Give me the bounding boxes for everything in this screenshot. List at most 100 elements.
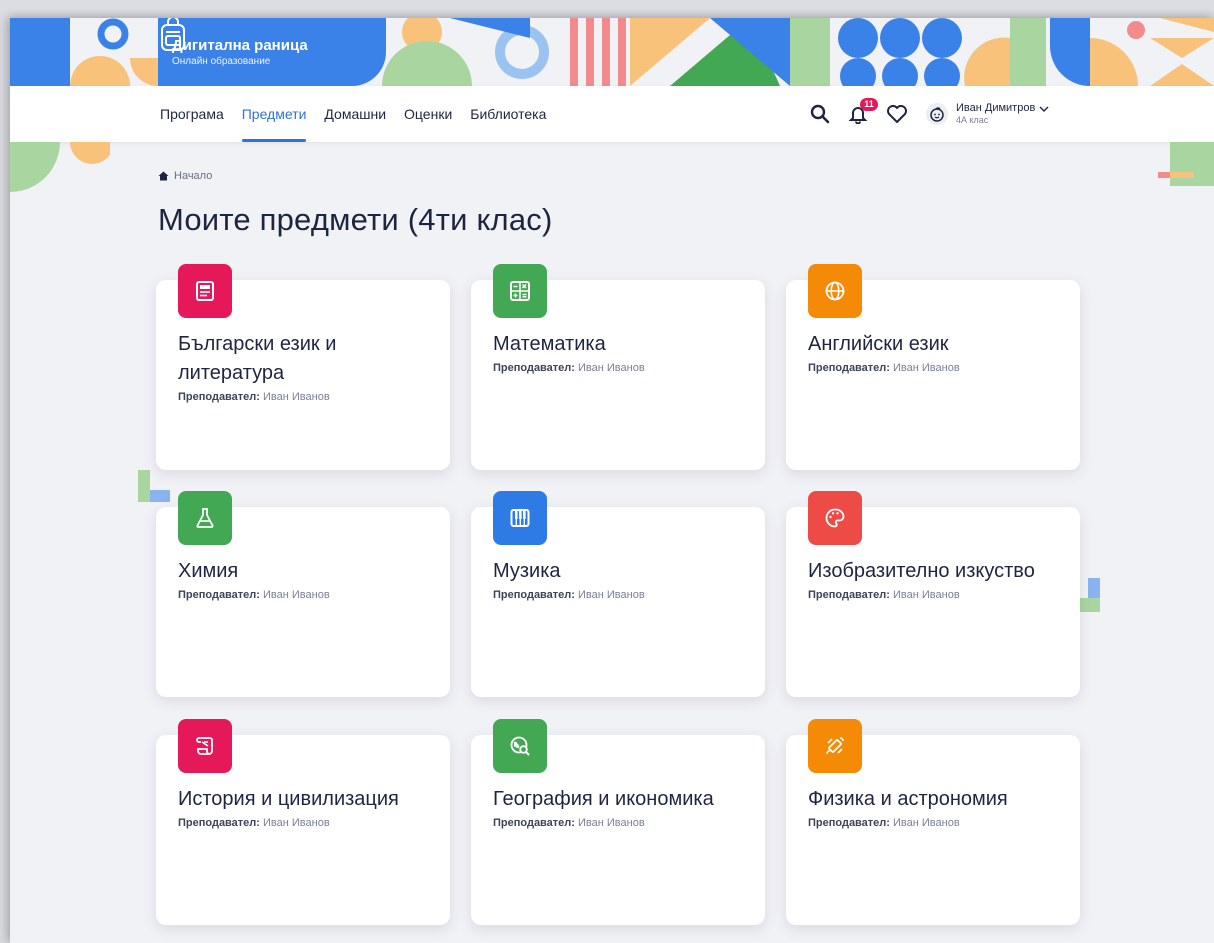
teacher-label: Преподавател: [178,817,260,829]
nav-links: Програма Предмети Домашни Оценки Библиот… [160,86,564,142]
piano-icon [510,509,530,527]
newspaper-icon [196,281,214,301]
subject-icon-tile [178,719,232,773]
scroll-icon [196,737,213,755]
subject-icon-tile [178,264,232,318]
subject-info: Английски език Преподавател: Иван Иванов [808,330,1058,376]
home-icon [158,171,169,181]
subject-teacher: Преподавател: Иван Иванов [178,816,428,831]
subject-icon-tile [493,491,547,545]
notifications-button[interactable]: 11 [848,98,878,124]
globe-search-icon [510,736,530,756]
subject-card-physics[interactable]: Физика и астрономия Преподавател: Иван И… [786,719,1080,925]
brand-logo-link[interactable]: Дигитална раница Онлайн образование [158,18,386,86]
teacher-label: Преподавател: [493,362,575,374]
teacher-label: Преподавател: [808,589,890,601]
teacher-label: Преподавател: [808,362,890,374]
subject-title: Английски език [808,333,949,355]
subject-teacher: Преподавател: Иван Иванов [493,816,743,831]
breadcrumb-home-link[interactable]: Начало [174,170,212,182]
decor-shape-right [1158,142,1214,186]
nav-tools: 11 Иван Димитров 4А клас [810,86,1049,142]
search-button[interactable] [810,104,830,124]
subject-teacher: Преподавател: Иван Иванов [178,390,428,405]
subject-card-chemistry[interactable]: Химия Преподавател: Иван Иванов [156,491,450,697]
subject-info: География и икономика Преподавател: Иван… [493,785,743,831]
subject-icon-tile [808,491,862,545]
subject-title: История и цивилизация [178,788,399,810]
subject-teacher: Преподавател: Иван Иванов [808,588,1058,603]
subject-card-music[interactable]: Музика Преподавател: Иван Иванов [471,491,765,697]
subject-info: Български език и литература Преподавател… [178,330,428,405]
subject-title: География и икономика [493,788,714,810]
nav-item-grades[interactable]: Оценки [404,86,452,142]
teacher-name: Иван Иванов [893,817,960,829]
teacher-label: Преподавател: [178,589,260,601]
subject-info: Изобразително изкуство Преподавател: Ива… [808,557,1058,603]
child-face-icon [930,107,944,122]
breadcrumb: Начало [158,170,212,182]
heart-icon [887,105,907,123]
subject-teacher: Преподавател: Иван Иванов [808,816,1058,831]
app-name: Дигитална раница [172,36,308,54]
avatar [926,103,948,125]
satellite-icon [826,737,844,755]
nav-item-homework[interactable]: Домашни [324,86,386,142]
subject-card-bulgarian[interactable]: Български език и литература Преподавател… [156,264,450,470]
teacher-name: Иван Иванов [578,817,645,829]
palette-icon [825,508,845,528]
teacher-name: Иван Иванов [263,589,330,601]
teacher-name: Иван Иванов [893,362,960,374]
decor-shape-left [10,142,110,192]
chevron-down-icon [1039,106,1049,112]
subject-info: Химия Преподавател: Иван Иванов [178,557,428,603]
subject-info: История и цивилизация Преподавател: Иван… [178,785,428,831]
subject-icon-tile [178,491,232,545]
globe-icon [825,281,845,301]
teacher-label: Преподавател: [493,589,575,601]
teacher-name: Иван Иванов [578,362,645,374]
subject-info: Музика Преподавател: Иван Иванов [493,557,743,603]
flask-icon [196,508,214,528]
nav-item-subjects[interactable]: Предмети [241,86,306,142]
calculator-icon [510,281,530,301]
subject-title: Изобразително изкуство [808,560,1035,582]
subject-title: Математика [493,333,606,355]
subject-teacher: Преподавател: Иван Иванов [493,588,743,603]
subject-title: Физика и астрономия [808,788,1008,810]
teacher-label: Преподавател: [493,817,575,829]
user-name: Иван Димитров [956,102,1036,114]
teacher-name: Иван Иванов [263,817,330,829]
app-window: Дигитална раница Онлайн образование Прог… [10,18,1214,943]
search-icon [810,104,830,124]
subject-teacher: Преподавател: Иван Иванов [178,588,428,603]
favorites-button[interactable] [886,104,908,124]
subject-teacher: Преподавател: Иван Иванов [808,361,1058,376]
subject-card-geography[interactable]: География и икономика Преподавател: Иван… [471,719,765,925]
subject-info: Математика Преподавател: Иван Иванов [493,330,743,376]
subject-icon-tile [493,264,547,318]
teacher-label: Преподавател: [808,817,890,829]
teacher-label: Преподавател: [178,391,260,403]
subject-teacher: Преподавател: Иван Иванов [493,361,743,376]
subject-title: Химия [178,560,239,582]
nav-item-program[interactable]: Програма [160,86,224,142]
user-class: 4А клас [956,115,989,125]
user-menu[interactable]: Иван Димитров 4А клас [926,102,1049,126]
subject-card-art[interactable]: Изобразително изкуство Преподавател: Ива… [786,491,1080,697]
teacher-name: Иван Иванов [893,589,960,601]
subject-icon-tile [808,719,862,773]
app-tagline: Онлайн образование [172,55,271,67]
header-banner: Дигитална раница Онлайн образование [10,18,1214,86]
decor-square-left [138,470,170,502]
teacher-name: Иван Иванов [263,391,330,403]
backpack-icon [161,18,185,51]
nav-item-library[interactable]: Библиотека [470,86,546,142]
teacher-name: Иван Иванов [578,589,645,601]
subject-card-math[interactable]: Математика Преподавател: Иван Иванов [471,264,765,470]
subject-icon-tile [493,719,547,773]
subject-title: Български език и литература [178,333,337,384]
subject-card-history[interactable]: История и цивилизация Преподавател: Иван… [156,719,450,925]
subject-card-english[interactable]: Английски език Преподавател: Иван Иванов [786,264,1080,470]
decor-square-right [1078,578,1100,612]
